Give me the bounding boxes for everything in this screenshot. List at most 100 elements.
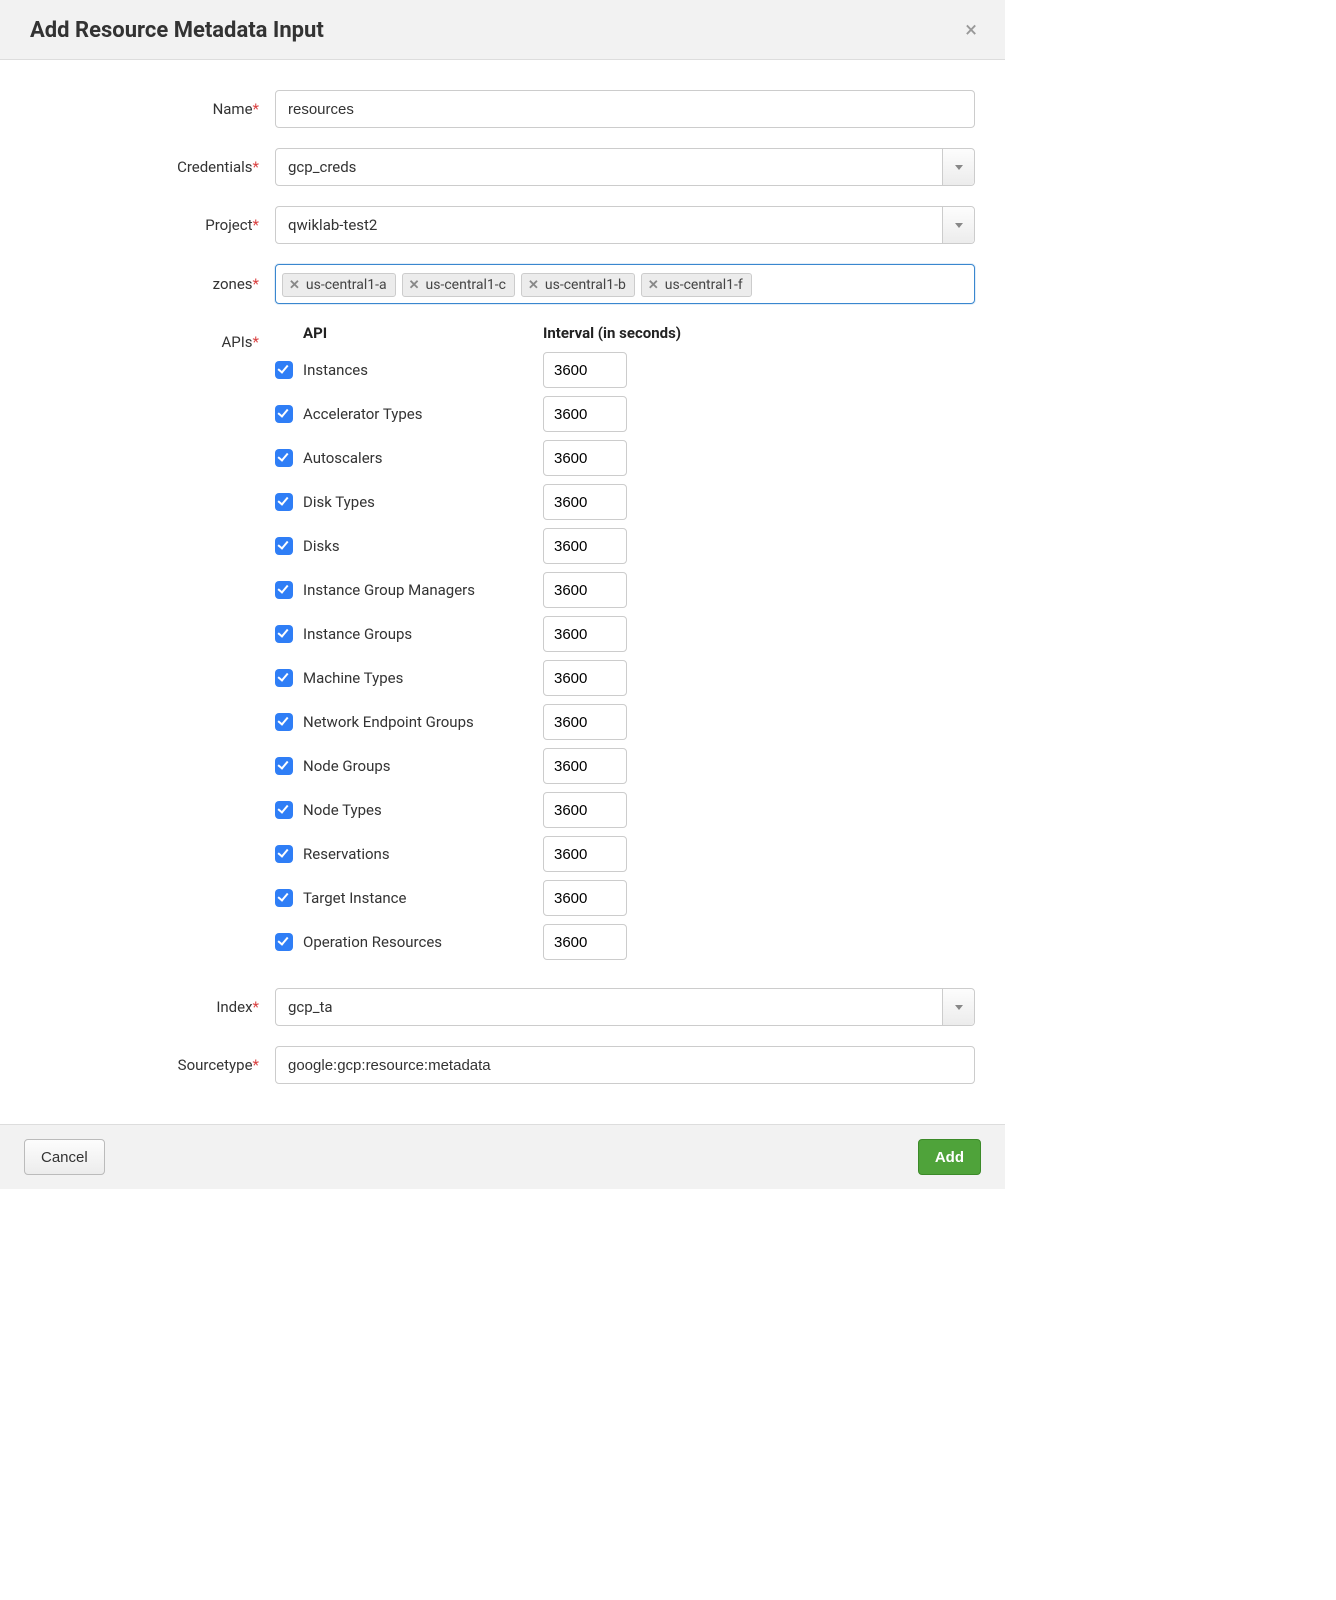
interval-input[interactable] — [543, 660, 627, 696]
api-name: Network Endpoint Groups — [303, 713, 543, 731]
api-row: Node Types — [275, 792, 975, 828]
api-checkbox[interactable] — [275, 449, 293, 467]
label-zones: zones* — [30, 275, 275, 293]
api-table-header: API Interval (in seconds) — [275, 324, 975, 342]
sourcetype-input[interactable] — [275, 1046, 975, 1084]
remove-tag-icon[interactable]: ✕ — [528, 278, 539, 293]
api-checkbox[interactable] — [275, 493, 293, 511]
remove-tag-icon[interactable]: ✕ — [409, 278, 420, 293]
api-name: Accelerator Types — [303, 405, 543, 423]
interval-input[interactable] — [543, 396, 627, 432]
api-checkbox[interactable] — [275, 933, 293, 951]
api-checkbox[interactable] — [275, 537, 293, 555]
zone-tag: ✕ us-central1-f — [641, 273, 752, 297]
api-name: Operation Resources — [303, 933, 543, 951]
interval-input[interactable] — [543, 880, 627, 916]
api-row: Instances — [275, 352, 975, 388]
api-row: Reservations — [275, 836, 975, 872]
label-index: Index* — [30, 998, 275, 1016]
api-row: Network Endpoint Groups — [275, 704, 975, 740]
api-checkbox[interactable] — [275, 581, 293, 599]
interval-input[interactable] — [543, 792, 627, 828]
api-row: Target Instance — [275, 880, 975, 916]
interval-input[interactable] — [543, 704, 627, 740]
api-checkbox[interactable] — [275, 669, 293, 687]
zone-tag: ✕ us-central1-a — [282, 273, 396, 297]
api-header-api: API — [275, 324, 543, 342]
dialog-title: Add Resource Metadata Input — [30, 18, 324, 43]
api-name: Disks — [303, 537, 543, 555]
api-row: Disk Types — [275, 484, 975, 520]
interval-input[interactable] — [543, 924, 627, 960]
interval-input[interactable] — [543, 352, 627, 388]
api-checkbox[interactable] — [275, 713, 293, 731]
interval-input[interactable] — [543, 572, 627, 608]
cancel-button[interactable]: Cancel — [24, 1139, 105, 1175]
label-sourcetype: Sourcetype* — [30, 1056, 275, 1074]
field-zones: zones* ✕us-central1-a✕us-central1-c✕us-c… — [30, 264, 975, 304]
interval-input[interactable] — [543, 748, 627, 784]
dialog-footer: Cancel Add — [0, 1124, 1005, 1189]
remove-tag-icon[interactable]: ✕ — [289, 278, 300, 293]
api-name: Node Types — [303, 801, 543, 819]
remove-tag-icon[interactable]: ✕ — [648, 278, 659, 293]
interval-input[interactable] — [543, 484, 627, 520]
form-body: Name* Credentials* gcp_creds Project* qw… — [0, 60, 1005, 1124]
api-checkbox[interactable] — [275, 889, 293, 907]
close-icon[interactable]: × — [961, 18, 981, 43]
field-index: Index* gcp_ta — [30, 988, 975, 1026]
field-credentials: Credentials* gcp_creds — [30, 148, 975, 186]
label-project: Project* — [30, 216, 275, 234]
field-sourcetype: Sourcetype* — [30, 1046, 975, 1084]
api-name: Instance Group Managers — [303, 581, 543, 599]
api-table: API Interval (in seconds) Instances Accel… — [275, 324, 975, 960]
field-project: Project* qwiklab-test2 — [30, 206, 975, 244]
dialog-header: Add Resource Metadata Input × — [0, 0, 1005, 60]
label-credentials: Credentials* — [30, 158, 275, 176]
api-checkbox[interactable] — [275, 801, 293, 819]
zone-tag-label: us-central1-b — [545, 277, 626, 293]
interval-input[interactable] — [543, 836, 627, 872]
project-select[interactable]: qwiklab-test2 — [275, 206, 975, 244]
zone-tag: ✕us-central1-c — [402, 273, 515, 297]
zone-tag: ✕ us-central1-b — [521, 273, 635, 297]
api-row: Instance Group Managers — [275, 572, 975, 608]
add-button[interactable]: Add — [918, 1139, 981, 1175]
api-checkbox[interactable] — [275, 757, 293, 775]
api-name: Disk Types — [303, 493, 543, 511]
chevron-down-icon[interactable] — [942, 989, 974, 1025]
zone-tag-label: us-central1-a — [306, 277, 387, 293]
api-checkbox[interactable] — [275, 625, 293, 643]
api-row: Node Groups — [275, 748, 975, 784]
api-row: Accelerator Types — [275, 396, 975, 432]
label-name: Name* — [30, 100, 275, 118]
api-checkbox[interactable] — [275, 361, 293, 379]
api-name: Reservations — [303, 845, 543, 863]
interval-input[interactable] — [543, 440, 627, 476]
add-resource-metadata-dialog: Add Resource Metadata Input × Name* Cred… — [0, 0, 1005, 1189]
index-value: gcp_ta — [288, 998, 333, 1016]
api-checkbox[interactable] — [275, 405, 293, 423]
interval-input[interactable] — [543, 528, 627, 564]
api-name: Target Instance — [303, 889, 543, 907]
chevron-down-icon[interactable] — [942, 207, 974, 243]
api-name: Machine Types — [303, 669, 543, 687]
api-checkbox[interactable] — [275, 845, 293, 863]
label-apis: APIs* — [30, 324, 275, 351]
api-name: Node Groups — [303, 757, 543, 775]
chevron-down-icon[interactable] — [942, 149, 974, 185]
api-header-interval: Interval (in seconds) — [543, 324, 681, 342]
api-row: Autoscalers — [275, 440, 975, 476]
project-value: qwiklab-test2 — [288, 216, 377, 234]
api-row: Instance Groups — [275, 616, 975, 652]
credentials-select[interactable]: gcp_creds — [275, 148, 975, 186]
name-input[interactable] — [275, 90, 975, 128]
zones-input[interactable]: ✕us-central1-a✕us-central1-c✕us-central1… — [275, 264, 975, 304]
index-select[interactable]: gcp_ta — [275, 988, 975, 1026]
field-apis: APIs* API Interval (in seconds) Instance… — [30, 324, 975, 968]
field-name: Name* — [30, 90, 975, 128]
interval-input[interactable] — [543, 616, 627, 652]
api-row: Operation Resources — [275, 924, 975, 960]
zone-tag-label: us-central1-f — [665, 277, 743, 293]
api-name: Instance Groups — [303, 625, 543, 643]
